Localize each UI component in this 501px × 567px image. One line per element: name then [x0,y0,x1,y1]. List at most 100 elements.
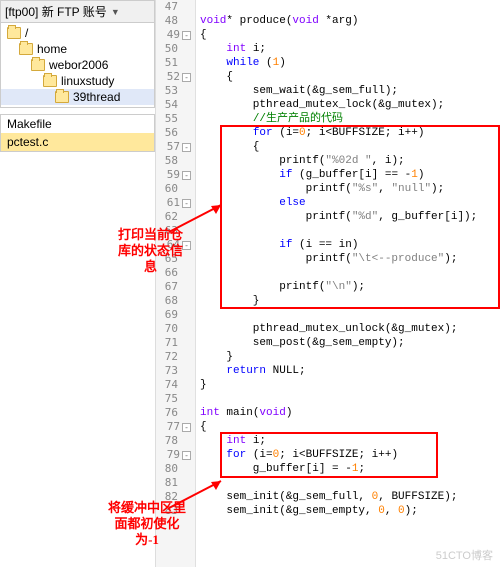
code-line[interactable] [196,266,501,280]
gutter-line: 75 [156,392,191,406]
line-gutter: 474849-505152-5354555657-5859-6061-62636… [156,0,196,567]
code-line[interactable]: else [196,196,501,210]
gutter-line: 70 [156,322,191,336]
code-line[interactable]: sem_post(&g_sem_empty); [196,336,501,350]
fold-icon[interactable]: - [182,143,191,152]
code-line[interactable]: } [196,294,501,308]
code-line[interactable]: printf("\n"); [196,280,501,294]
file-row[interactable]: Makefile [1,115,154,133]
code-line[interactable]: if (i == in) [196,238,501,252]
code-line[interactable]: } [196,378,501,392]
gutter-line: 80 [156,462,191,476]
code-line[interactable]: for (i=0; i<BUFFSIZE; i++) [196,448,501,462]
code-line[interactable]: while (1) [196,56,501,70]
line-number: 58 [165,154,178,168]
gutter-line: 81 [156,476,191,490]
line-number: 77 [167,420,180,434]
code-line[interactable] [196,0,501,14]
ftp-title: [ftp00] 新 FTP 账号 [5,3,107,20]
tree-item[interactable]: linuxstudy [1,73,154,89]
code-editor: 474849-505152-5354555657-5859-6061-62636… [155,0,501,567]
code-line[interactable]: int i; [196,42,501,56]
code-line[interactable]: printf("\t<--produce"); [196,252,501,266]
code-line[interactable] [196,392,501,406]
tree-label: home [37,42,67,56]
gutter-line: 68 [156,294,191,308]
code-line[interactable]: pthread_mutex_lock(&g_mutex); [196,98,501,112]
code-line[interactable]: pthread_mutex_unlock(&g_mutex); [196,322,501,336]
code-line[interactable]: printf("%d", g_buffer[i]); [196,210,501,224]
code-line[interactable]: { [196,28,501,42]
code-line[interactable]: { [196,420,501,434]
chevron-down-icon: ▼ [111,7,120,17]
tree-label: linuxstudy [61,74,114,88]
tree-item[interactable]: / [1,25,154,41]
tree-label: 39thread [73,90,120,104]
line-number: 74 [165,378,178,392]
gutter-line: 76 [156,406,191,420]
fold-icon[interactable]: - [182,73,191,82]
code-line[interactable] [196,224,501,238]
folder-icon [43,75,57,87]
code-line[interactable]: if (g_buffer[i] == -1) [196,168,501,182]
gutter-line: 48 [156,14,191,28]
file-row[interactable]: pctest.c [1,133,154,151]
gutter-line: 49- [156,28,191,42]
code-line[interactable]: } [196,350,501,364]
line-number: 55 [165,112,178,126]
code-line[interactable] [196,476,501,490]
line-number: 47 [165,0,178,14]
line-number: 51 [165,56,178,70]
gutter-line: 67 [156,280,191,294]
fold-icon[interactable]: - [182,171,191,180]
folder-icon [7,27,21,39]
code-area[interactable]: void* produce(void *arg){ int i; while (… [196,0,501,567]
code-line[interactable]: printf("%s", "null"); [196,182,501,196]
code-line[interactable]: for (i=0; i<BUFFSIZE; i++) [196,126,501,140]
tree-item[interactable]: webor2006 [1,57,154,73]
line-number: 48 [165,14,178,28]
line-number: 56 [165,126,178,140]
annotation-text: 为-1 [108,532,186,548]
code-line[interactable]: g_buffer[i] = -1; [196,462,501,476]
code-line[interactable]: printf("%02d ", i); [196,154,501,168]
code-line[interactable]: { [196,140,501,154]
line-number: 71 [165,336,178,350]
code-line[interactable]: sem_wait(&g_sem_full); [196,84,501,98]
line-number: 68 [165,294,178,308]
folder-tree: /home webor2006 linuxstudy 39thread [0,23,155,108]
annotation-1: 打印当前仓 库的状态信 息 [118,227,183,275]
line-number: 50 [165,42,178,56]
folder-icon [31,59,45,71]
code-line[interactable]: void* produce(void *arg) [196,14,501,28]
fold-icon[interactable]: - [182,451,191,460]
ftp-account-dropdown[interactable]: [ftp00] 新 FTP 账号 ▼ [0,0,155,23]
code-line[interactable] [196,308,501,322]
fold-icon[interactable]: - [182,241,191,250]
tree-item[interactable]: home [1,41,154,57]
left-panel: [ftp00] 新 FTP 账号 ▼ /home webor2006 linuxst… [0,0,155,567]
code-line[interactable]: { [196,70,501,84]
code-line[interactable]: sem_init(&g_sem_empty, 0, 0); [196,504,501,518]
code-line[interactable]: sem_init(&g_sem_full, 0, BUFFSIZE); [196,490,501,504]
line-number: 57 [167,140,180,154]
code-line[interactable]: int main(void) [196,406,501,420]
gutter-line: 73 [156,364,191,378]
gutter-line: 51 [156,56,191,70]
code-line[interactable]: //生产产品的代码 [196,112,501,126]
tree-item[interactable]: 39thread [1,89,154,105]
fold-icon[interactable]: - [182,199,191,208]
code-line[interactable]: return NULL; [196,364,501,378]
annotation-text: 息 [118,259,183,275]
gutter-line: 69 [156,308,191,322]
annotation-2: 将缓冲中区里 面都初使化 为-1 [108,500,186,548]
fold-icon[interactable]: - [182,31,191,40]
line-number: 79 [167,448,180,462]
fold-icon[interactable]: - [182,423,191,432]
line-number: 80 [165,462,178,476]
annotation-text: 将缓冲中区里 [108,500,186,516]
folder-icon [55,91,69,103]
gutter-line: 61- [156,196,191,210]
tree-label: webor2006 [49,58,108,72]
code-line[interactable]: int i; [196,434,501,448]
